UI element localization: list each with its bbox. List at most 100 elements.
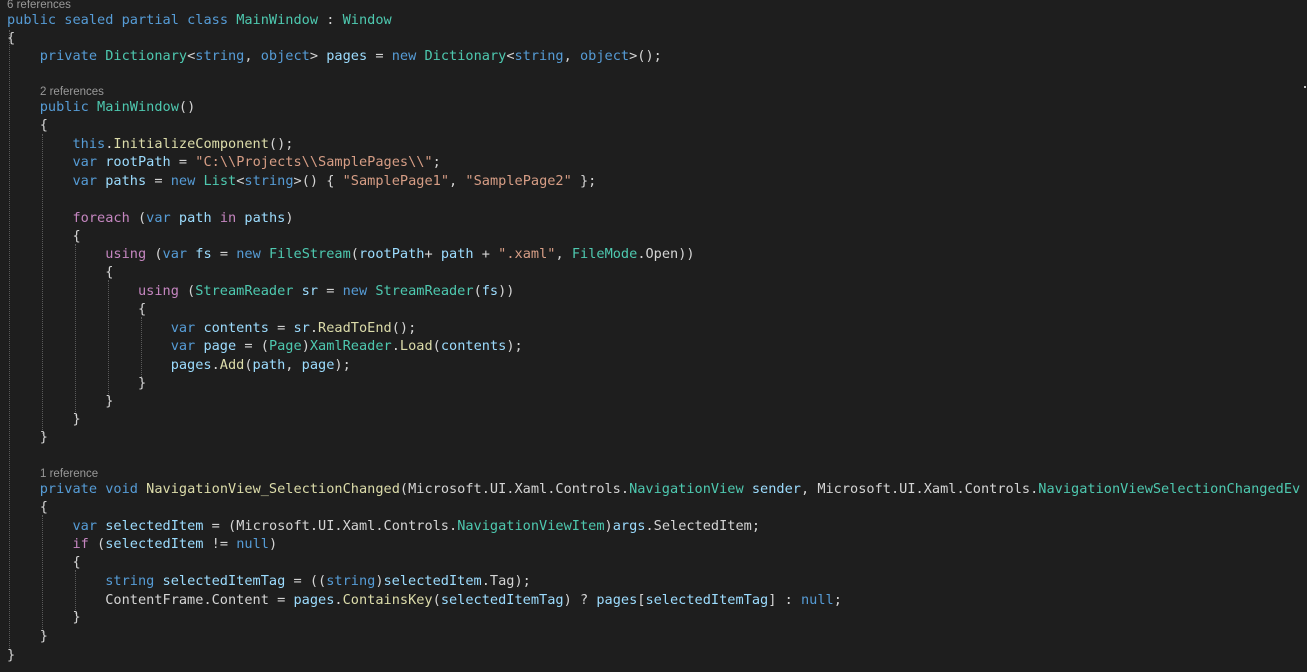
punctuation-token: ( xyxy=(432,592,441,608)
punctuation-token: = ( xyxy=(236,338,269,354)
punctuation-token: = xyxy=(170,154,196,170)
punctuation-token: , xyxy=(285,357,302,373)
identifier-token: selectedItem xyxy=(105,536,204,552)
keyword-token: new xyxy=(342,283,368,299)
code-line[interactable]: { xyxy=(7,300,146,318)
code-line[interactable]: } xyxy=(7,608,80,626)
punctuation-token: { xyxy=(7,301,147,317)
punctuation-token: ) xyxy=(285,210,294,226)
code-line[interactable]: var selectedItem = (Microsoft.UI.Xaml.Co… xyxy=(7,517,760,535)
keyword-token: private xyxy=(39,48,98,64)
punctuation-token: ( xyxy=(146,246,163,262)
punctuation-token xyxy=(7,99,40,115)
punctuation-token: ) xyxy=(268,536,278,552)
code-line[interactable]: { xyxy=(7,29,15,47)
punctuation-token xyxy=(97,154,105,170)
control-keyword-token: foreach xyxy=(72,210,130,226)
punctuation-token: } xyxy=(7,429,48,445)
code-line[interactable]: var page = (Page)XamlReader.Load(content… xyxy=(7,337,523,355)
type-name-token: FileMode xyxy=(571,246,638,262)
punctuation-token: . xyxy=(203,592,212,608)
code-line[interactable]: private void NavigationView_SelectionCha… xyxy=(7,480,1300,498)
punctuation-token: ( xyxy=(399,481,409,497)
punctuation-token: { xyxy=(7,499,48,515)
code-line[interactable]: public MainWindow() xyxy=(7,98,196,116)
identifier-token: path xyxy=(440,246,474,262)
punctuation-token xyxy=(171,210,179,226)
code-line[interactable]: } xyxy=(7,627,48,645)
punctuation-token xyxy=(179,12,187,28)
codelens-constructor-references[interactable]: 2 references xyxy=(40,85,104,99)
namespace-token: Microsoft.UI.Xaml.Controls. xyxy=(236,518,458,534)
identifier-token: rootPath xyxy=(358,246,425,262)
keyword-token: public xyxy=(39,99,89,115)
punctuation-token: } xyxy=(7,375,147,391)
punctuation-token: . xyxy=(309,320,319,336)
type-name-token: StreamReader xyxy=(195,283,294,299)
punctuation-token: = xyxy=(268,320,294,336)
control-keyword-token: using xyxy=(105,246,147,262)
keyword-token: string xyxy=(105,573,155,589)
code-line[interactable]: { xyxy=(7,553,80,571)
type-name-token: MainWindow xyxy=(236,12,319,28)
code-line[interactable]: } xyxy=(7,428,48,446)
code-line[interactable]: var rootPath = "C:\\Projects\\SamplePage… xyxy=(7,153,440,171)
code-line[interactable]: var contents = sr.ReadToEnd(); xyxy=(7,319,417,337)
string-literal-token: "C:\\Projects\\SamplePages\\" xyxy=(195,154,433,170)
punctuation-token: < xyxy=(506,48,515,64)
punctuation-token: . xyxy=(637,246,646,262)
punctuation-token xyxy=(7,246,105,262)
code-line[interactable]: } xyxy=(7,392,113,410)
code-line[interactable]: { xyxy=(7,116,48,134)
punctuation-token: ] : xyxy=(768,592,801,608)
punctuation-token: , xyxy=(563,48,580,64)
keyword-token: string xyxy=(244,173,294,189)
code-line[interactable]: } xyxy=(7,374,146,392)
code-line[interactable]: } xyxy=(7,646,15,664)
identifier-token: page xyxy=(203,338,237,354)
keyword-token: object xyxy=(579,48,630,64)
code-editor[interactable]: 6 references 2 references 1 reference pu… xyxy=(0,0,1307,672)
punctuation-token: = xyxy=(367,48,392,64)
code-line[interactable]: using (var fs = new FileStream(rootPath+… xyxy=(7,245,694,263)
identifier-token: selectedItemTag xyxy=(645,592,769,608)
punctuation-token: + xyxy=(424,246,441,262)
code-line[interactable]: { xyxy=(7,263,113,281)
method-name-token: Load xyxy=(399,338,433,354)
identifier-token: pages xyxy=(326,48,368,64)
punctuation-token: , xyxy=(244,48,261,64)
code-line[interactable]: using (StreamReader sr = new StreamReade… xyxy=(7,282,515,300)
type-name-token: NavigationView xyxy=(629,481,744,497)
punctuation-token: != xyxy=(203,536,237,552)
code-line[interactable]: { xyxy=(7,498,48,516)
code-line[interactable]: string selectedItemTag = ((string)select… xyxy=(7,572,531,590)
punctuation-token: ); xyxy=(506,338,523,354)
punctuation-token: ) ? xyxy=(563,592,597,608)
code-line[interactable]: this.InitializeComponent(); xyxy=(7,135,293,153)
namespace-token: Microsoft.UI.Xaml.Controls. xyxy=(817,481,1039,497)
code-line[interactable]: foreach (var path in paths) xyxy=(7,209,294,227)
punctuation-token: , xyxy=(800,481,818,497)
type-name-token: Window xyxy=(342,12,392,28)
punctuation-token xyxy=(7,518,72,534)
punctuation-token: ( xyxy=(178,283,196,299)
code-line[interactable]: var paths = new List<string>() { "Sample… xyxy=(7,172,596,190)
punctuation-token xyxy=(7,210,72,226)
identifier-token: rootPath xyxy=(105,154,171,170)
punctuation-token xyxy=(7,592,105,608)
punctuation-token xyxy=(7,320,171,336)
code-line[interactable]: } xyxy=(7,410,80,428)
code-line[interactable]: { xyxy=(7,227,80,245)
codelens-handler-references[interactable]: 1 reference xyxy=(40,467,98,481)
code-line[interactable]: ContentFrame.Content = pages.ContainsKey… xyxy=(7,591,842,609)
punctuation-token: }; xyxy=(571,173,597,189)
punctuation-token: } xyxy=(7,628,48,644)
type-name-token: Dictionary xyxy=(105,48,188,64)
code-line[interactable]: private Dictionary<string, object> pages… xyxy=(7,47,662,65)
code-line[interactable]: if (selectedItem != null) xyxy=(7,535,277,553)
type-name-token: Dictionary xyxy=(424,48,507,64)
keyword-token: var xyxy=(170,338,196,354)
code-line[interactable]: pages.Add(path, page); xyxy=(7,356,351,374)
punctuation-token xyxy=(7,283,138,299)
code-line[interactable]: public sealed partial class MainWindow :… xyxy=(7,11,392,29)
